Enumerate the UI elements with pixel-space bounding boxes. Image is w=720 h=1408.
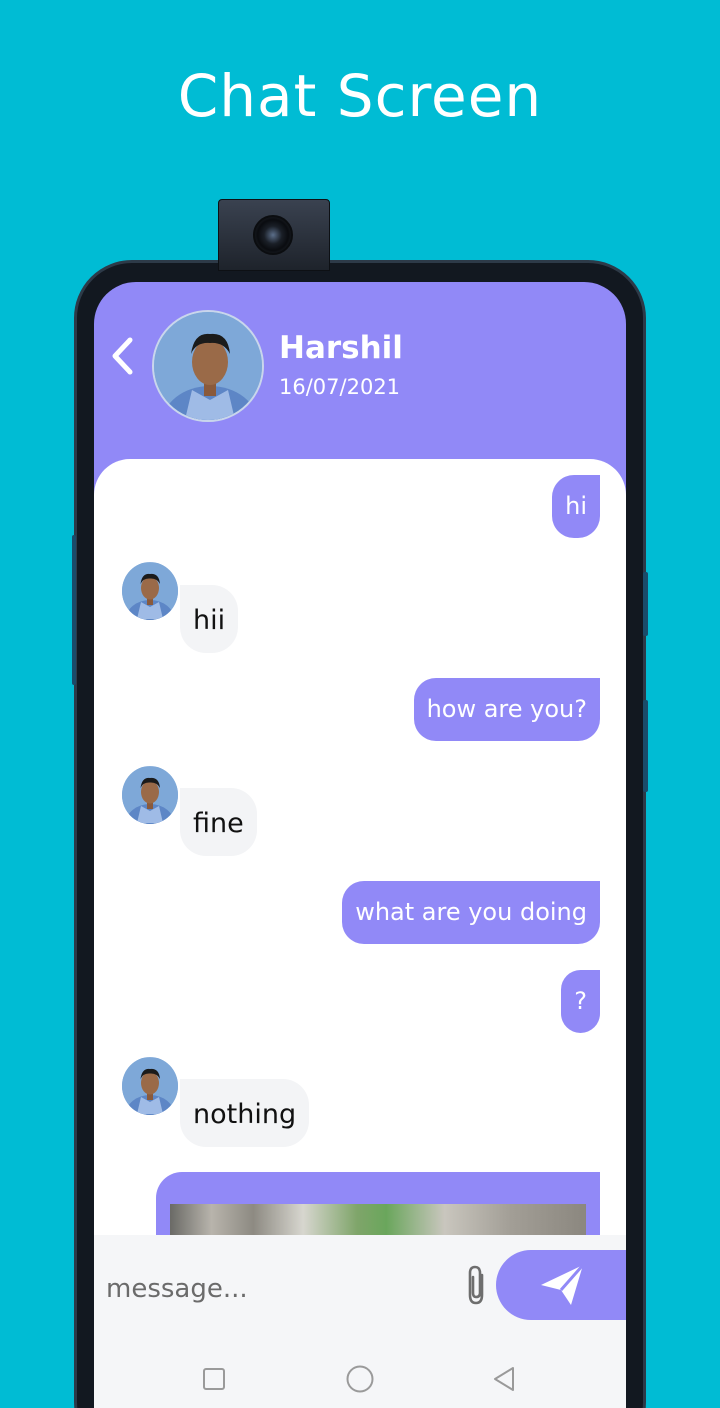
phone-side-button [643, 700, 648, 792]
person-portrait-icon [122, 563, 178, 620]
incoming-message[interactable]: fine [180, 788, 257, 856]
chat-header: Harshil 16/07/2021 [94, 282, 626, 472]
send-button[interactable] [496, 1250, 626, 1320]
outgoing-message[interactable]: hi [552, 475, 600, 538]
system-nav-bar [94, 1335, 626, 1408]
nav-back-button[interactable] [484, 1359, 524, 1399]
send-icon [541, 1264, 585, 1305]
contact-avatar[interactable] [152, 310, 264, 422]
person-portrait-icon [122, 767, 178, 824]
attach-button[interactable] [462, 1263, 492, 1309]
person-portrait-icon [154, 312, 262, 420]
incoming-message[interactable]: hii [180, 585, 239, 653]
outgoing-message[interactable]: how are you? [413, 678, 600, 741]
triangle-back-icon [494, 1367, 514, 1391]
phone-screen: Harshil 16/07/2021 hi hii how are you? f… [94, 282, 626, 1408]
message-input[interactable] [106, 1259, 446, 1319]
contact-date: 16/07/2021 [279, 375, 401, 399]
nav-home-button[interactable] [340, 1359, 380, 1399]
phone-side-button [72, 535, 76, 685]
outgoing-message[interactable]: ? [561, 970, 600, 1033]
phone-side-button [643, 572, 648, 636]
page-headline: Chat Screen [177, 62, 543, 130]
message-list[interactable]: hi hii how are you? fine what are you do… [94, 459, 626, 1259]
sender-avatar [122, 1057, 178, 1115]
contact-name: Harshil [279, 330, 403, 366]
person-portrait-icon [122, 1058, 178, 1115]
circle-icon [346, 1365, 374, 1393]
sender-avatar [122, 766, 178, 824]
chevron-left-icon [112, 337, 133, 375]
square-icon [203, 1368, 225, 1390]
camera-lens-icon [253, 215, 293, 255]
popup-camera [218, 199, 330, 271]
back-button[interactable] [104, 334, 140, 378]
incoming-message[interactable]: nothing [180, 1079, 310, 1147]
outgoing-message[interactable]: what are you doing [342, 881, 600, 944]
nav-recents-button[interactable] [194, 1359, 234, 1399]
sender-avatar [122, 562, 178, 620]
paperclip-icon [468, 1265, 484, 1305]
composer-bar [94, 1235, 626, 1335]
